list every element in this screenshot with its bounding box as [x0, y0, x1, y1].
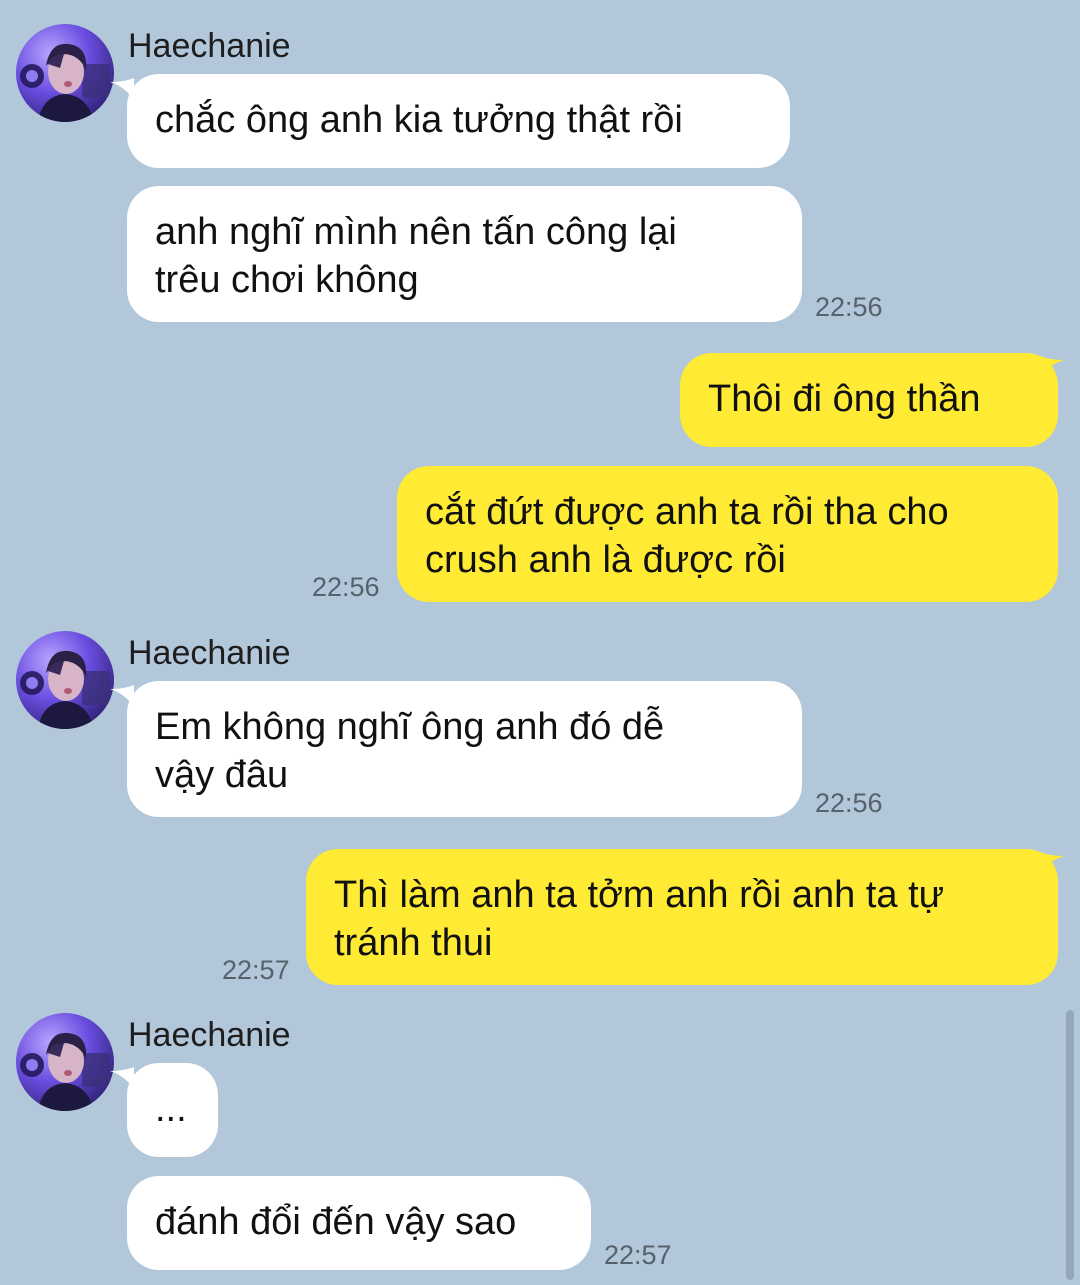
sender-name: Haechanie	[128, 27, 291, 65]
message-timestamp: 22:56	[815, 788, 883, 818]
message-bubble[interactable]: ...	[127, 1063, 218, 1157]
avatar-image	[16, 631, 114, 729]
message-timestamp: 22:57	[222, 955, 290, 985]
scrollbar[interactable]	[1066, 1010, 1074, 1280]
message-bubble[interactable]: cắt đứt được anh ta rồi tha cho crush an…	[397, 466, 1058, 602]
sender-name: Haechanie	[128, 634, 291, 672]
contact-avatar[interactable]	[16, 1013, 114, 1111]
message-timestamp: 22:56	[815, 292, 883, 322]
message-timestamp: 22:57	[604, 1240, 672, 1270]
avatar-image	[16, 1013, 114, 1111]
message-bubble[interactable]: anh nghĩ mình nên tấn công lại trêu chơi…	[127, 186, 802, 322]
message-bubble[interactable]: Em không nghĩ ông anh đó dễ vậy đâu	[127, 681, 802, 817]
message-bubble[interactable]: Thì làm anh ta tởm anh rồi anh ta tự trá…	[306, 849, 1058, 985]
contact-avatar[interactable]	[16, 24, 114, 122]
message-bubble[interactable]: Thôi đi ông thần	[680, 353, 1058, 447]
sender-name: Haechanie	[128, 1016, 291, 1054]
message-bubble[interactable]: đánh đổi đến vậy sao	[127, 1176, 591, 1270]
message-timestamp: 22:56	[312, 572, 380, 602]
message-bubble[interactable]: chắc ông anh kia tưởng thật rồi	[127, 74, 790, 168]
contact-avatar[interactable]	[16, 631, 114, 729]
avatar-image	[16, 24, 114, 122]
